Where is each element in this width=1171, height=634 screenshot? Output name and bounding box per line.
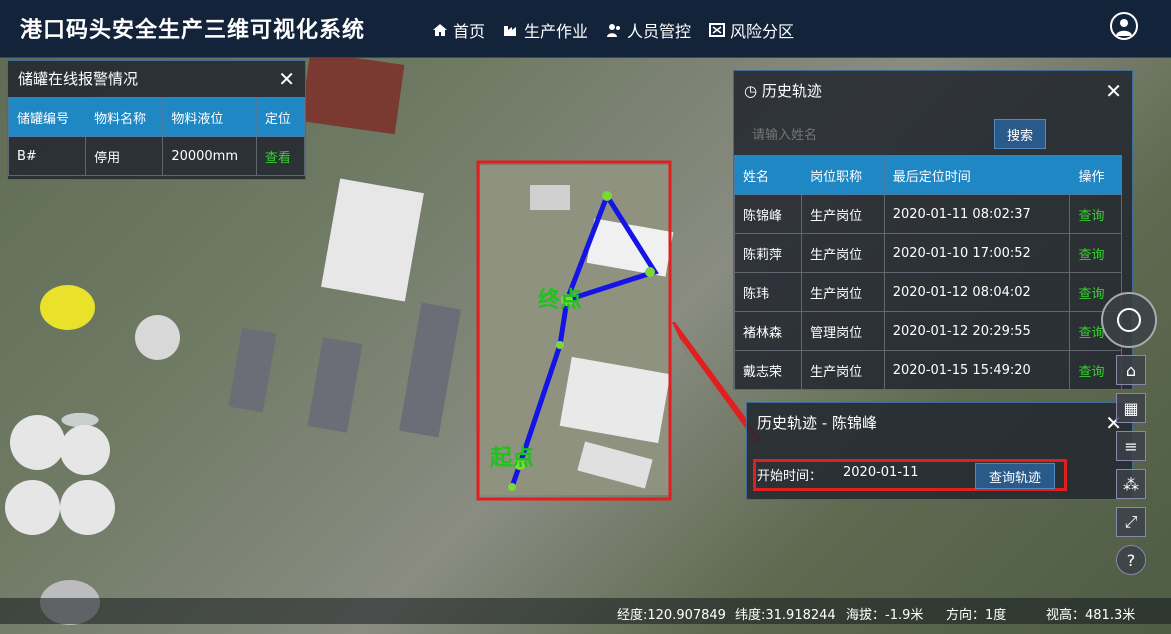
tank-id: B# (7, 136, 87, 176)
track-point (556, 341, 564, 349)
start-point-label: 起点 (490, 445, 535, 471)
person-post: 生产岗位 (801, 194, 885, 234)
table-row: 陈锦峰 生产岗位 2020-01-11 08:02:37 查询 (733, 194, 1122, 234)
cluster-icon[interactable]: ⁂ (1116, 469, 1146, 499)
search-button[interactable]: 搜索 (994, 119, 1046, 149)
tank-alarm-header: 储罐在线报警情况 ✕ (8, 61, 305, 97)
query-link[interactable]: 查询 (1078, 365, 1104, 380)
table-row: B# 停用 20000mm 查看 (7, 136, 306, 176)
query-link[interactable]: 查询 (1078, 248, 1104, 263)
query-link[interactable]: 查询 (1078, 326, 1104, 341)
history-track-title: 历史轨迹 (761, 82, 822, 100)
home-view-icon[interactable]: ⌂ (1116, 355, 1146, 385)
nav-personnel[interactable]: 人员管控 (606, 18, 691, 42)
column-header: 物料液位 (162, 97, 257, 137)
nav-home-label: 首页 (453, 22, 486, 41)
close-icon[interactable]: ✕ (278, 61, 295, 97)
column-header: 姓名 (733, 155, 803, 195)
person-name: 陈锦峰 (733, 194, 803, 234)
query-link[interactable]: 查询 (1078, 209, 1104, 224)
nav-risk-label: 风险分区 (730, 22, 795, 41)
nav-personnel-label: 人员管控 (627, 22, 692, 41)
column-header: 储罐编号 (7, 97, 87, 137)
history-track-panel: ◷ 历史轨迹 ✕ 搜索 姓名 岗位职称 最后定位时间 操作 陈锦峰 生产岗位 2… (733, 70, 1133, 390)
person-name: 褚林森 (733, 311, 803, 351)
track-detail-header: 历史轨迹 - 陈锦峰 ✕ (747, 403, 1132, 443)
last-location-time: 2020-01-15 15:49:20 (883, 350, 1071, 390)
nav-production-label: 生产作业 (524, 22, 589, 41)
last-location-time: 2020-01-10 17:00:52 (883, 233, 1071, 273)
close-icon[interactable]: ✕ (1105, 71, 1122, 111)
last-location-time: 2020-01-12 20:29:55 (883, 311, 1071, 351)
nav-production[interactable]: 生产作业 (503, 18, 588, 42)
history-track-header: ◷ 历史轨迹 ✕ (734, 71, 1132, 111)
personnel-table: 姓名 岗位职称 最后定位时间 操作 陈锦峰 生产岗位 2020-01-11 08… (733, 155, 1122, 390)
column-header: 操作 (1069, 155, 1122, 195)
status-bar: 经度:120.907849 纬度:31.918244 海拔：-1.9米 方向：1… (0, 598, 1171, 624)
list-icon[interactable]: ≡ (1116, 431, 1146, 461)
person-name: 陈玮 (733, 272, 803, 312)
history-icon: ◷ (744, 82, 758, 100)
material-level: 20000mm (162, 136, 257, 176)
layers-map-icon[interactable]: ▦ (1116, 393, 1146, 423)
view-link[interactable]: 查看 (265, 151, 291, 166)
start-time-value[interactable]: 2020-01-11 (843, 465, 919, 480)
table-row: 陈玮 生产岗位 2020-01-12 08:04:02 查询 (733, 272, 1122, 312)
person-post: 管理岗位 (801, 311, 885, 351)
column-header: 物料名称 (85, 97, 164, 137)
map-toolbar: ⌂ ▦ ≡ ⁂ ⤢ ? (1116, 355, 1146, 575)
person-post: 生产岗位 (801, 350, 885, 390)
home-icon (433, 24, 447, 36)
app-title: 港口码头安全生产三维可视化系统 (20, 18, 366, 43)
tank-alarm-table: 储罐编号 物料名称 物料液位 定位 B# 停用 20000mm 查看 (7, 97, 306, 176)
person-name: 陈莉萍 (733, 233, 803, 273)
altitude-readout: 海拔：-1.9米 (846, 608, 924, 623)
track-point (508, 483, 516, 491)
main-nav: 首页 生产作业 人员管控 风险分区 (432, 18, 794, 42)
track-point (645, 267, 655, 277)
column-header: 定位 (255, 97, 306, 137)
last-location-time: 2020-01-12 08:04:02 (883, 272, 1071, 312)
table-row: 陈莉萍 生产岗位 2020-01-10 17:00:52 查询 (733, 233, 1122, 273)
view-height-readout: 视高：481.3米 (1046, 608, 1136, 623)
table-row: 褚林森 管理岗位 2020-01-12 20:29:55 查询 (733, 311, 1122, 351)
query-track-button[interactable]: 查询轨迹 (975, 463, 1055, 489)
person-post: 生产岗位 (801, 233, 885, 273)
end-point-label: 终点 (538, 287, 583, 313)
material-name: 停用 (85, 136, 164, 176)
query-link[interactable]: 查询 (1078, 287, 1104, 302)
column-header: 最后定位时间 (883, 155, 1071, 195)
column-header: 岗位职称 (801, 155, 885, 195)
longitude-readout: 经度:120.907849 (617, 608, 726, 623)
map-icon (709, 23, 726, 37)
nav-risk[interactable]: 风险分区 (709, 18, 794, 42)
user-avatar-icon[interactable] (1110, 12, 1138, 40)
table-row: 戴志荣 生产岗位 2020-01-15 15:49:20 查询 (733, 350, 1122, 390)
nav-home[interactable]: 首页 (432, 18, 485, 42)
latitude-readout: 纬度:31.918244 (735, 608, 836, 623)
track-point (602, 191, 612, 201)
direction-readout: 方向：1度 (946, 608, 1007, 623)
track-detail-title: 历史轨迹 - 陈锦峰 (757, 414, 877, 432)
factory-icon (504, 26, 517, 36)
person-post: 生产岗位 (801, 272, 885, 312)
help-icon[interactable]: ? (1116, 545, 1146, 575)
tank-alarm-title: 储罐在线报警情况 (18, 70, 139, 88)
compass-icon[interactable] (1101, 292, 1157, 348)
track-detail-panel: 历史轨迹 - 陈锦峰 ✕ 开始时间： 2020-01-11 查询轨迹 (746, 402, 1133, 500)
top-bar: 港口码头安全生产三维可视化系统 首页 生产作业 人员管控 风险分区 (0, 0, 1171, 58)
last-location-time: 2020-01-11 08:02:37 (883, 194, 1071, 234)
tank-alarm-panel: 储罐在线报警情况 ✕ 储罐编号 物料名称 物料液位 定位 B# 停用 20000… (7, 60, 306, 180)
users-icon (607, 24, 621, 37)
person-name: 戴志荣 (733, 350, 803, 390)
name-search-input[interactable] (744, 119, 1002, 149)
start-time-label: 开始时间： (757, 469, 823, 484)
fullscreen-icon[interactable]: ⤢ (1116, 507, 1146, 537)
